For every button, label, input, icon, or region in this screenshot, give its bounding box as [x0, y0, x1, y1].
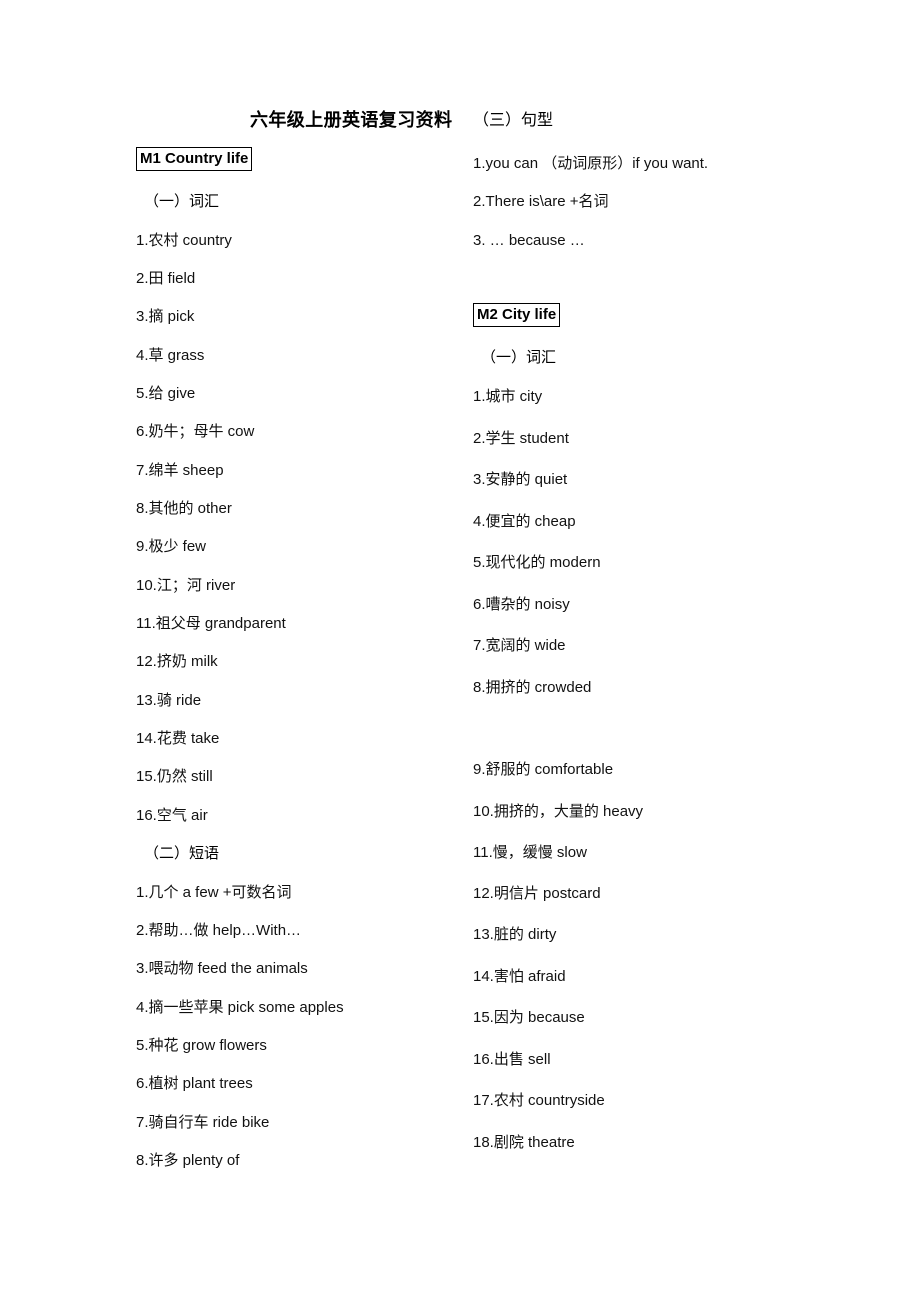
vocab-item: 12.明信片 postcard — [473, 885, 601, 902]
sentence-item: 3. … because … — [473, 232, 585, 249]
vocab-item: 16.出售 sell — [473, 1051, 551, 1068]
left-section-vocab-heading: （一）词汇 — [144, 193, 220, 210]
phrase-item: 6.植树 plant trees — [136, 1075, 253, 1092]
vocab-item: 2.学生 student — [473, 430, 569, 447]
sentence-item: 2.There is\are +名词 — [473, 193, 609, 210]
vocab-item: 15.因为 because — [473, 1009, 585, 1026]
document-page: 六年级上册英语复习资料 （三）句型 M1 Country life （一）词汇 … — [0, 0, 920, 1302]
vocab-item: 15.仍然 still — [136, 768, 213, 785]
vocab-item: 7.绵羊 sheep — [136, 462, 224, 479]
title-row: 六年级上册英语复习资料 （三）句型 — [0, 107, 920, 137]
vocab-item: 11.祖父母 grandparent — [136, 615, 286, 632]
vocab-item: 4.便宜的 cheap — [473, 513, 576, 530]
vocab-item: 8.拥挤的 crowded — [473, 679, 592, 696]
vocab-item: 10.江；河 river — [136, 577, 236, 594]
vocab-item: 16.空气 air — [136, 807, 208, 824]
vocab-item: 3.摘 pick — [136, 308, 195, 325]
vocab-item: 6.奶牛；母牛 cow — [136, 423, 255, 440]
module-header-m1: M1 Country life — [136, 147, 253, 171]
vocab-item: 5.给 give — [136, 385, 196, 402]
sentence-item: 1.you can （动词原形）if you want. — [473, 155, 709, 172]
vocab-item: 6.嘈杂的 noisy — [473, 596, 570, 613]
module-header-m2: M2 City life — [473, 303, 561, 327]
vocab-item: 11.慢，缓慢 slow — [473, 844, 587, 861]
vocab-item: 13.脏的 dirty — [473, 926, 557, 943]
vocab-item: 14.害怕 afraid — [473, 968, 566, 985]
vocab-item: 10.拥挤的，大量的 heavy — [473, 803, 644, 820]
vocab-item: 8.其他的 other — [136, 500, 232, 517]
vocab-item: 13.骑 ride — [136, 692, 202, 709]
vocab-item: 9.舒服的 comfortable — [473, 761, 614, 778]
vocab-item: 9.极少 few — [136, 538, 207, 555]
phrase-item: 2.帮助…做 help…With… — [136, 922, 302, 939]
phrase-item: 1.几个 a few +可数名词 — [136, 884, 292, 901]
vocab-item: 4.草 grass — [136, 347, 205, 364]
vocab-item: 1.农村 country — [136, 232, 232, 249]
vocab-item: 3.安静的 quiet — [473, 471, 568, 488]
vocab-item: 12.挤奶 milk — [136, 653, 218, 670]
phrase-item: 4.摘一些苹果 pick some apples — [136, 999, 344, 1016]
vocab-item: 2.田 field — [136, 270, 196, 287]
vocab-item: 17.农村 countryside — [473, 1092, 605, 1109]
vocab-item: 5.现代化的 modern — [473, 554, 601, 571]
vocab-item: 18.剧院 theatre — [473, 1134, 575, 1151]
phrase-item: 3.喂动物 feed the animals — [136, 960, 308, 977]
right-section-vocab-heading: （一）词汇 — [481, 349, 557, 366]
left-section-phrases-heading: （二）短语 — [144, 845, 220, 862]
vocab-item: 1.城市 city — [473, 388, 543, 405]
phrase-item: 8.许多 plenty of — [136, 1152, 240, 1169]
right-section-sentences-heading: （三）句型 — [473, 112, 554, 129]
phrase-item: 5.种花 grow flowers — [136, 1037, 267, 1054]
page-title: 六年级上册英语复习资料 — [250, 110, 453, 130]
phrase-item: 7.骑自行车 ride bike — [136, 1114, 270, 1131]
vocab-item: 7.宽阔的 wide — [473, 637, 566, 654]
vocab-item: 14.花费 take — [136, 730, 220, 747]
